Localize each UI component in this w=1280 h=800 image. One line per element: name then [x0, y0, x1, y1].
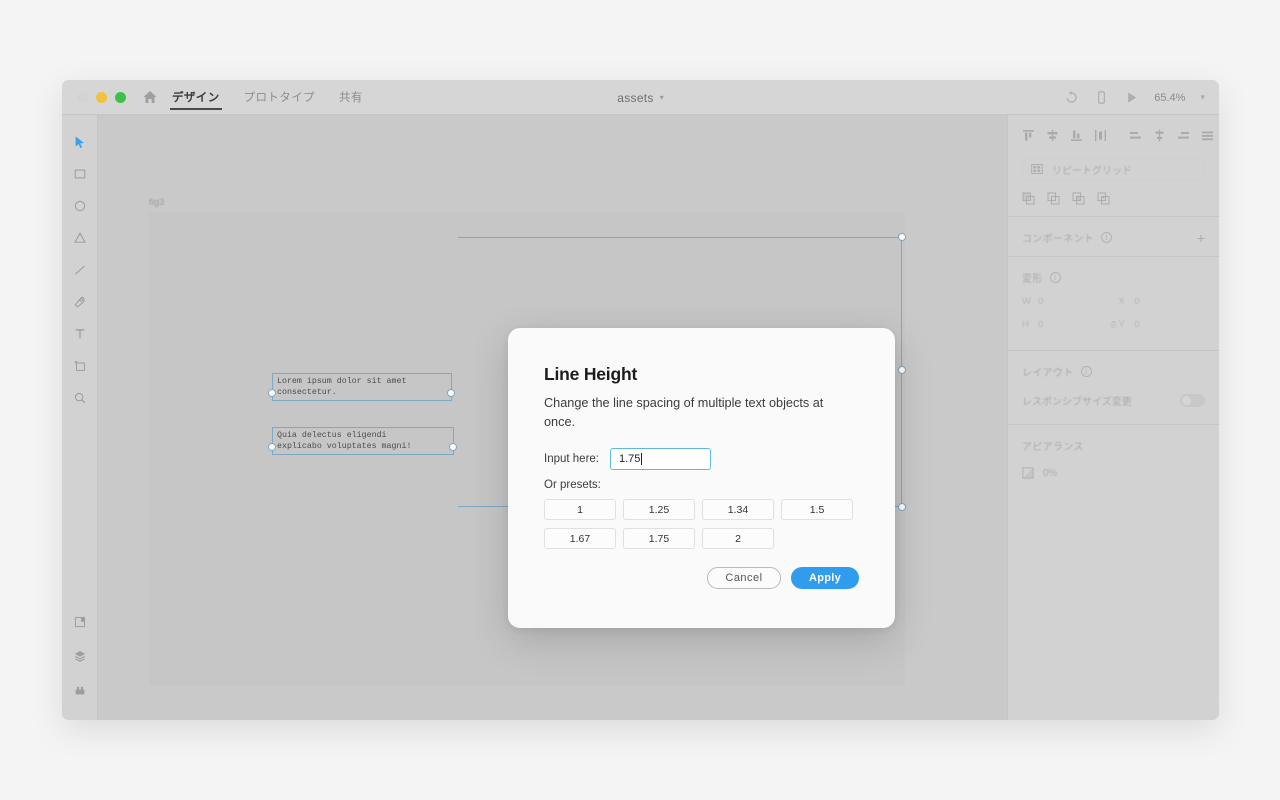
input-value: 1.75 [618, 453, 641, 465]
preset-button-134[interactable]: 1.34 [702, 499, 774, 520]
cancel-button[interactable]: Cancel [707, 567, 781, 589]
apply-button[interactable]: Apply [791, 567, 859, 589]
application-window: デザイン プロトタイプ 共有 assets ▾ 65.4% ▾ fig3 Lor… [62, 80, 1219, 720]
preset-button-167[interactable]: 1.67 [544, 528, 616, 549]
line-height-dialog: Line Height Change the line spacing of m… [508, 328, 895, 628]
input-row: Input here: 1.75 [544, 448, 859, 470]
preset-buttons: 1 1.25 1.34 1.5 1.67 1.75 2 [544, 499, 859, 549]
modal-overlay: Line Height Change the line spacing of m… [62, 80, 1219, 720]
presets-label: Or presets: [544, 479, 601, 491]
input-label: Input here: [544, 453, 599, 465]
preset-button-175[interactable]: 1.75 [623, 528, 695, 549]
line-height-input[interactable]: 1.75 [609, 448, 711, 470]
dialog-description: Change the line spacing of multiple text… [544, 396, 824, 429]
text-caret [641, 453, 643, 465]
preset-button-125[interactable]: 1.25 [623, 499, 695, 520]
dialog-actions: Cancel Apply [544, 567, 859, 589]
dialog-title: Line Height [544, 364, 638, 384]
preset-button-15[interactable]: 1.5 [781, 499, 853, 520]
preset-button-1[interactable]: 1 [544, 499, 616, 520]
preset-button-2[interactable]: 2 [702, 528, 774, 549]
